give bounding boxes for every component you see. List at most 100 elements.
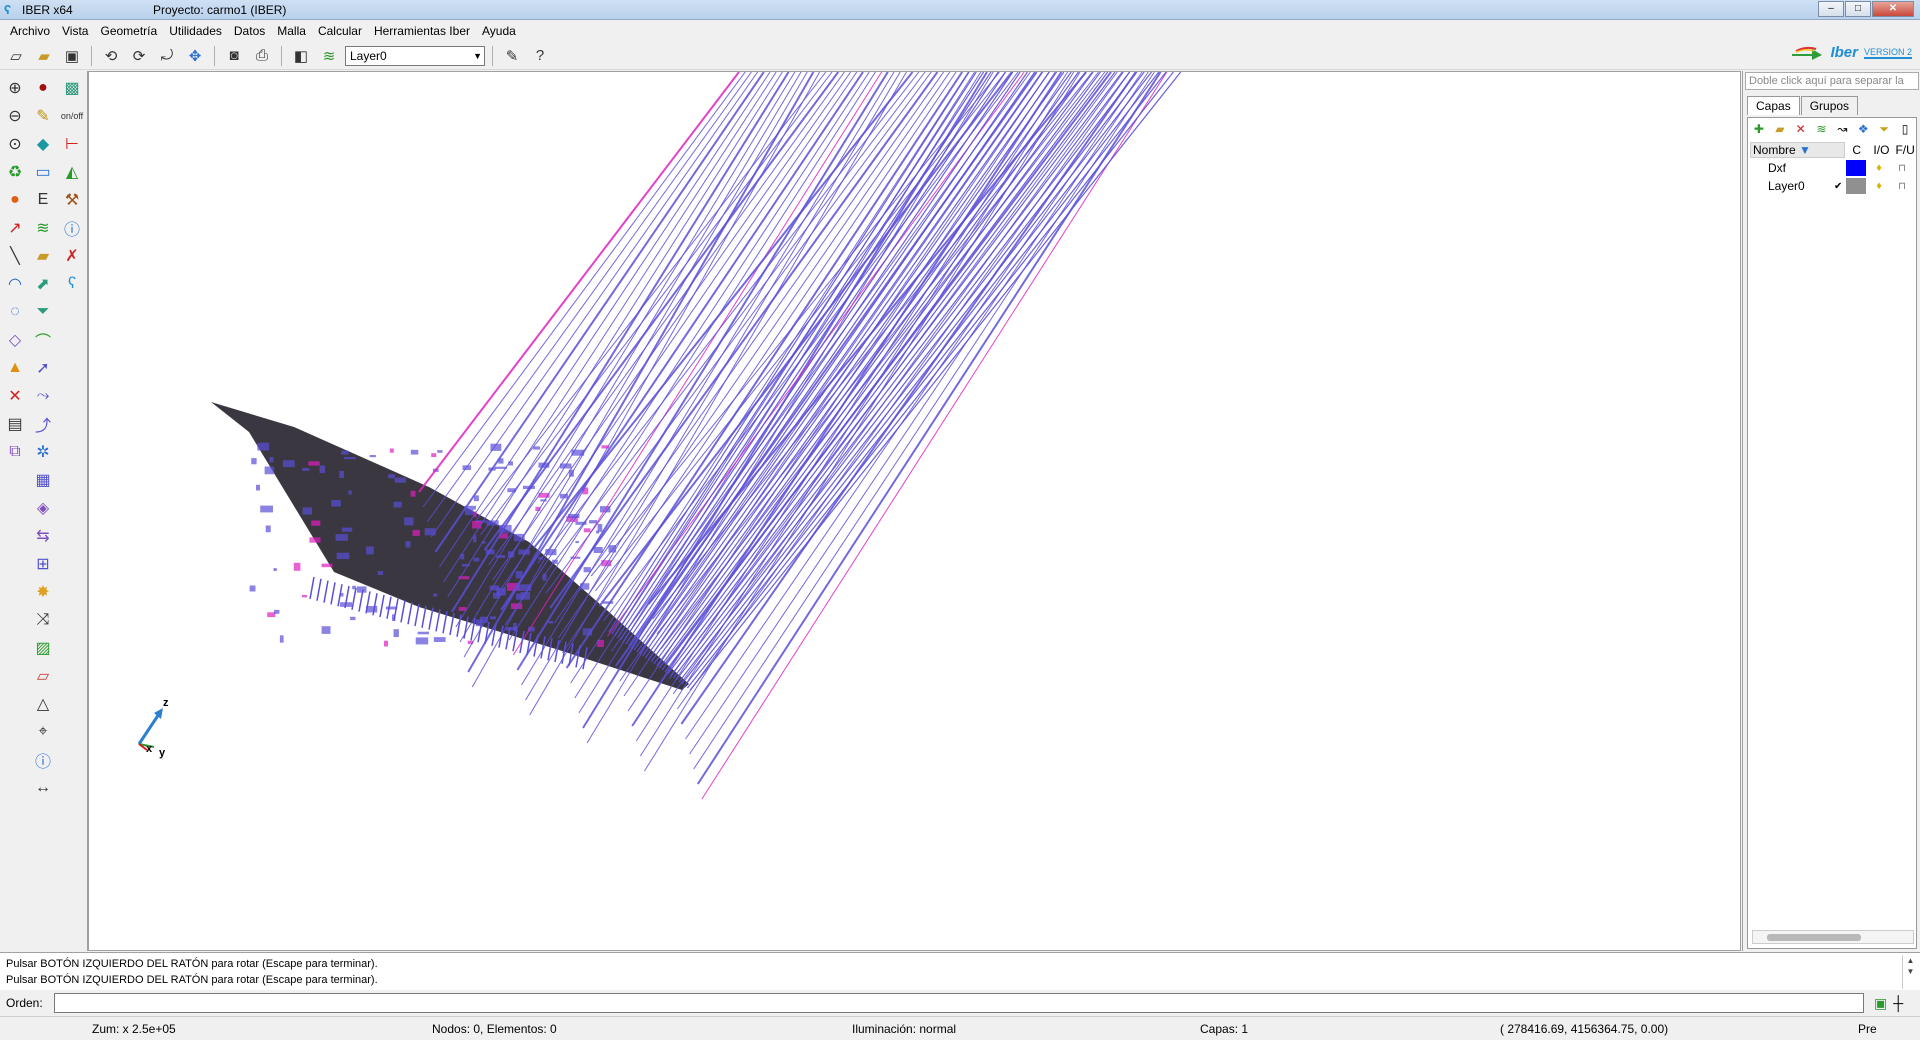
column-name[interactable]: Nombre ▼ <box>1750 142 1845 158</box>
menu-utilidades[interactable]: Utilidades <box>163 24 228 38</box>
column-io[interactable]: I/O <box>1869 143 1895 157</box>
nurbs-icon[interactable]: ⌒ <box>30 327 56 352</box>
send-to-icon[interactable]: ↝ <box>1834 122 1852 137</box>
save-log-icon[interactable]: ▣ <box>1874 995 1887 1012</box>
record-icon[interactable]: ● <box>30 75 56 100</box>
render-icon[interactable]: ● <box>2 187 28 212</box>
maximize-button[interactable]: □ <box>1845 1 1871 17</box>
menu-ayuda[interactable]: Ayuda <box>476 24 522 38</box>
pan-icon[interactable]: ✥ <box>183 44 207 68</box>
zoom-in-icon[interactable]: ⊕ <box>2 75 28 100</box>
unlock-icon[interactable]: ⊓ <box>1892 181 1912 192</box>
command-input[interactable] <box>54 993 1864 1013</box>
scrollbar-thumb[interactable] <box>1767 934 1861 941</box>
lightbulb-icon[interactable]: ♦ <box>1866 180 1892 192</box>
create-arc-icon[interactable]: ◠ <box>2 271 28 296</box>
panel-detach-hint[interactable]: Doble click aquí para separar la <box>1745 72 1919 90</box>
menu-geometria[interactable]: Geometría <box>94 24 163 38</box>
tab-grupos[interactable]: Grupos <box>1801 96 1858 115</box>
open-folder-icon[interactable]: ▰ <box>32 44 56 68</box>
edit-geometry-icon[interactable]: ✎ <box>30 103 56 128</box>
create-circle-icon[interactable]: ◌ <box>2 299 28 324</box>
grid-snap-icon[interactable]: ┼ <box>1893 995 1903 1012</box>
tools-cross-icon[interactable]: ✗ <box>59 243 85 268</box>
swap-icon[interactable]: ⇆ <box>30 523 56 548</box>
mesh-quad-icon[interactable]: ▭ <box>30 159 56 184</box>
new-layer-icon[interactable]: ✚ <box>1750 122 1768 137</box>
layer-row-layer0[interactable]: Layer0 ✔ ♦ ⊓ <box>1748 177 1916 195</box>
menu-vista[interactable]: Vista <box>56 24 94 38</box>
info-icon[interactable]: ⓘ <box>30 747 56 772</box>
arrow-icon[interactable]: ➚ <box>30 355 56 380</box>
layer-stack-icon[interactable]: ≋ <box>1813 122 1831 137</box>
column-color[interactable]: C <box>1845 143 1869 157</box>
hatch-icon[interactable]: ▦ <box>30 467 56 492</box>
ruler-icon[interactable]: ▨ <box>30 635 56 660</box>
folder-icon[interactable]: ▰ <box>30 243 56 268</box>
filter-icon[interactable]: ⏷ <box>1875 122 1893 137</box>
rotate-screen-icon[interactable]: ⟳ <box>127 44 151 68</box>
layers-stack-icon[interactable]: ≋ <box>317 44 341 68</box>
zoom-frame-icon[interactable]: ⊙ <box>2 131 28 156</box>
explode-icon[interactable]: ✸ <box>30 579 56 604</box>
layer-color-icon[interactable]: ❖ <box>1854 122 1872 137</box>
intersect-icon[interactable]: ✲ <box>30 439 56 464</box>
layer-color-swatch[interactable] <box>1846 160 1866 176</box>
edit-icon[interactable]: ✎ <box>500 44 524 68</box>
lightbulb-icon[interactable]: ♦ <box>1866 162 1892 174</box>
unlock-icon[interactable]: ⊓ <box>1892 163 1912 174</box>
menu-malla[interactable]: Malla <box>271 24 312 38</box>
help-icon[interactable]: ? <box>528 44 552 68</box>
menu-archivo[interactable]: Archivo <box>4 24 56 38</box>
distance-icon[interactable]: ↔ <box>30 775 56 800</box>
info-circle-icon[interactable]: ⓘ <box>59 215 85 240</box>
list-icon[interactable]: ▤ <box>2 411 28 436</box>
terrain-map-icon[interactable]: ▩ <box>59 75 85 100</box>
select-icon[interactable]: ⬈ <box>30 271 56 296</box>
delete-icon[interactable]: ✕ <box>2 383 28 408</box>
redraw-icon[interactable]: ♻ <box>2 159 28 184</box>
triangle-icon[interactable]: △ <box>30 691 56 716</box>
panel-horizontal-scrollbar[interactable] <box>1752 930 1914 944</box>
face-icon[interactable]: ◈ <box>30 495 56 520</box>
hammer-icon[interactable]: ⚒ <box>59 187 85 212</box>
rotate-icon[interactable]: ⟲ <box>99 44 123 68</box>
boundary-condition-icon[interactable]: ⊢ <box>59 131 85 156</box>
zoom-out-icon[interactable]: ⊖ <box>2 103 28 128</box>
surface-edit-icon[interactable]: ◆ <box>30 131 56 156</box>
layer-color-swatch[interactable] <box>1846 178 1866 194</box>
split-icon[interactable]: ⤨ <box>30 607 56 632</box>
filter-icon[interactable]: ⏷ <box>30 299 56 324</box>
delete-layer-icon[interactable]: ✕ <box>1792 122 1810 137</box>
create-point-icon[interactable]: ↗ <box>2 215 28 240</box>
layer-stack-icon[interactable]: ≋ <box>30 215 56 240</box>
copy-icon[interactable]: ⧉ <box>2 439 28 464</box>
on-off-icon[interactable]: on/off <box>59 103 85 128</box>
message-scrollbar[interactable]: ▲ ▼ <box>1902 955 1918 989</box>
close-button[interactable]: ✕ <box>1872 1 1914 17</box>
print-icon[interactable]: ⎙ <box>250 44 274 68</box>
polyline-icon[interactable]: ⤳ <box>30 383 56 408</box>
create-surface-icon[interactable]: ◇ <box>2 327 28 352</box>
polyline-edit-icon[interactable]: ⤴ <box>30 411 56 436</box>
create-volume-icon[interactable]: ▲ <box>2 355 28 380</box>
menu-calcular[interactable]: Calcular <box>312 24 368 38</box>
label-icon[interactable]: E <box>30 187 56 212</box>
camera-icon[interactable]: ◙ <box>222 44 246 68</box>
layer-select[interactable]: Layer0 ▼ <box>345 46 485 66</box>
new-file-icon[interactable]: ▱ <box>4 44 28 68</box>
create-line-icon[interactable]: ╲ <box>2 243 28 268</box>
lock-icon[interactable]: ▯ <box>1896 122 1914 137</box>
minimize-button[interactable]: – <box>1818 1 1844 17</box>
iber-s-icon[interactable]: ʕ <box>59 271 85 296</box>
new-folder-icon[interactable]: ▰ <box>1771 122 1789 137</box>
menu-datos[interactable]: Datos <box>228 24 271 38</box>
coordinates-icon[interactable]: ⌖ <box>30 719 56 744</box>
tab-capas[interactable]: Capas <box>1747 96 1800 115</box>
grid-icon[interactable]: ⊞ <box>30 551 56 576</box>
rotate-center-icon[interactable]: ⤾ <box>155 44 179 68</box>
save-icon[interactable]: ▣ <box>60 44 84 68</box>
menu-herramientas-iber[interactable]: Herramientas Iber <box>368 24 476 38</box>
layers-icon[interactable]: ◧ <box>289 44 313 68</box>
graphics-viewport[interactable]: z xy <box>88 71 1741 951</box>
